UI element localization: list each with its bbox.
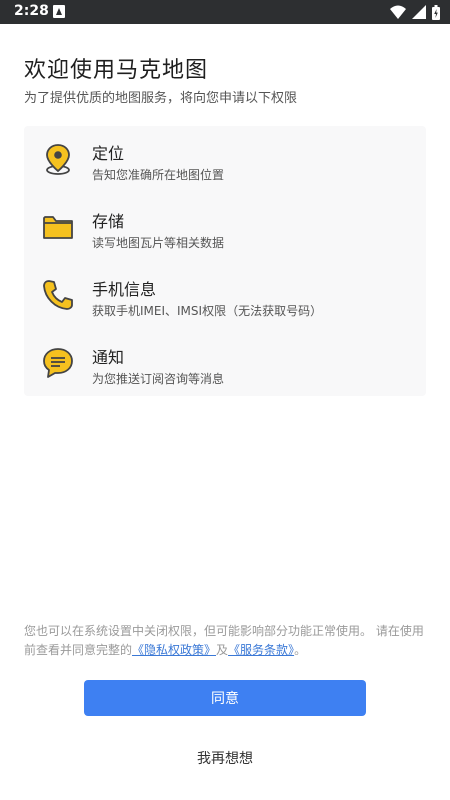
permission-title: 手机信息 — [92, 280, 157, 299]
status-bar: 2:28 — [0, 0, 450, 24]
status-icons — [390, 4, 440, 20]
permission-desc: 获取手机IMEI、IMSI权限（无法获取号码） — [92, 304, 323, 318]
phone-icon — [43, 280, 73, 310]
signal-icon — [412, 5, 426, 19]
battery-icon — [432, 4, 440, 20]
location-pin-icon — [46, 144, 70, 175]
permission-title: 存储 — [92, 212, 125, 231]
terms-of-service-link[interactable]: 《服务条款》 — [228, 643, 294, 657]
status-time: 2:28 — [14, 3, 49, 19]
permission-desc: 告知您准确所在地图位置 — [92, 168, 225, 182]
wifi-icon — [390, 5, 406, 19]
decline-later-button[interactable]: 我再想想 — [0, 748, 450, 768]
agree-button[interactable]: 同意 — [84, 680, 366, 716]
privacy-notice: 您也可以在系统设置中关闭权限，但可能影响部分功能正常使用。 请在使用前查看并同意… — [24, 622, 430, 660]
notice-end: 。 — [294, 643, 307, 657]
app-notification-icon — [53, 5, 65, 18]
privacy-policy-link[interactable]: 《隐私权政策》 — [132, 643, 216, 657]
page-subtitle: 为了提供优质的地图服务，将向您申请以下权限 — [24, 91, 298, 106]
page-title: 欢迎使用马克地图 — [24, 58, 209, 83]
permission-title: 通知 — [92, 348, 125, 367]
permission-item-location: 定位 告知您准确所在地图位置 — [24, 126, 426, 186]
permission-item-storage: 存储 读写地图瓦片等相关数据 — [24, 194, 426, 254]
notice-connector: 及 — [216, 643, 229, 657]
permission-list: 定位 告知您准确所在地图位置 存储 读写地图瓦片等相关数据 手机信息 获取手机I… — [24, 126, 426, 396]
permission-item-notification: 通知 为您推送订阅咨询等消息 — [24, 330, 426, 390]
folder-icon — [43, 216, 73, 239]
permission-title: 定位 — [92, 144, 125, 163]
permission-desc: 为您推送订阅咨询等消息 — [92, 372, 225, 386]
permission-item-phone-info: 手机信息 获取手机IMEI、IMSI权限（无法获取号码） — [24, 262, 426, 322]
permission-desc: 读写地图瓦片等相关数据 — [92, 236, 225, 250]
chat-bubble-icon — [43, 348, 73, 378]
